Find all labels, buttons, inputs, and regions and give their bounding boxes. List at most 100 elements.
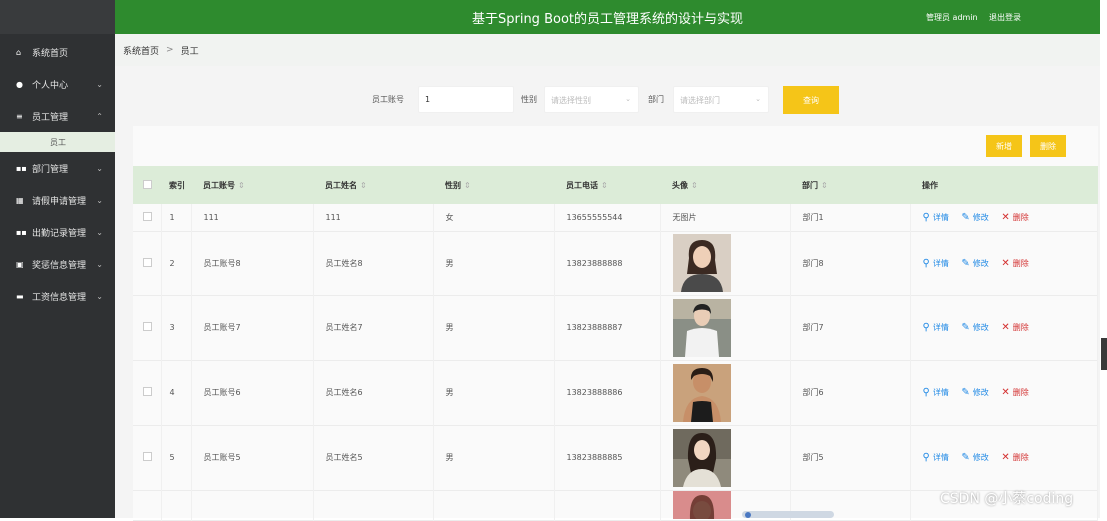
row-index: 5 [161,425,192,490]
op-label: 删除 [1012,212,1029,222]
cell-account [191,490,314,520]
search-icon: ⚲ [922,257,930,269]
detail-button[interactable]: ⚲ 详情 [923,258,949,269]
query-button[interactable]: 查询 [783,86,839,114]
sidebar-item-reward-management[interactable]: ▣ 奖惩信息管理 ⌄ [0,248,115,280]
dept-select-placeholder: 请选择部门 [680,96,720,105]
header-label: 性别 [445,180,461,190]
breadcrumb-home[interactable]: 系统首页 [123,44,159,57]
delete-button[interactable]: ✕ 删除 [1001,212,1028,223]
edit-button[interactable]: ✎ 修改 [961,387,988,398]
op-label: 删除 [1012,388,1029,397]
sidebar-item-salary-management[interactable]: ▬ 工资信息管理 ⌄ [0,280,115,312]
account-search-input[interactable] [418,86,514,113]
main-content: 员工账号 性别 请选择性别 ⌄ 部门 请选择部门 ⌄ 查询 新增 删除 索引 员… [115,66,1100,520]
scrollbar-thumb[interactable] [745,512,751,518]
close-icon: ✕ [1001,452,1010,463]
table-row: 3 员工账号7 员工姓名7 男 13823888887 部门7 ⚲ 详情 ✎ 修… [133,295,1098,360]
avatar-photo [672,363,731,422]
detail-button[interactable]: ⚲ 详情 [923,387,949,398]
cell-ops: ⚲ 详情 ✎ 修改 ✕ 删除 [910,425,1098,490]
row-checkbox[interactable] [133,425,162,490]
column-header-dept[interactable]: 部门 ⇕ [790,166,910,204]
delete-button[interactable]: ✕ 删除 [1001,452,1028,463]
op-label: 删除 [1012,258,1029,268]
column-header-avatar[interactable]: 头像 ⇕ [660,166,790,204]
sidebar-subitem-employee[interactable]: 员工 [0,132,115,152]
select-all-checkbox[interactable] [133,166,161,204]
op-label: 修改 [972,258,989,268]
column-header-phone[interactable]: 员工电话 ⇕ [554,166,660,204]
row-checkbox[interactable] [133,295,162,360]
batch-delete-button[interactable]: 删除 [1030,135,1066,157]
detail-button[interactable]: ⚲ 详情 [923,322,949,333]
row-checkbox[interactable] [133,490,162,520]
sidebar-item-leave-management[interactable]: ▦ 请假申请管理 ⌄ [0,184,115,216]
gender-select[interactable]: 请选择性别 ⌄ [544,86,639,113]
account-label: 员工账号 [372,95,404,104]
gender-label: 性别 [521,95,537,104]
table-panel: 新增 删除 索引 员工账号 ⇕ 员工姓名 ⇕ 性别 ⇕ 员工电话 ⇕ 头像 ⇕ 部门 ⇕ 操… [133,126,1098,520]
detail-button[interactable]: ⚲ 详情 [923,452,949,463]
cell-avatar: 无图片 [660,204,791,231]
edit-button[interactable]: ✎ 修改 [961,322,988,333]
chevron-down-icon: ⌄ [625,95,631,103]
edit-button[interactable]: ✎ 修改 [961,452,988,463]
delete-button[interactable]: ✕ 删除 [1001,387,1028,398]
column-header-name[interactable]: 员工姓名 ⇕ [313,166,433,204]
cell-phone: 13823888887 [554,295,661,360]
add-button[interactable]: 新增 [986,135,1022,157]
op-label: 修改 [972,212,989,222]
horizontal-scrollbar[interactable] [742,511,834,518]
logout-link[interactable]: 退出登录 [989,12,1021,23]
dept-select[interactable]: 请选择部门 ⌄ [673,86,769,113]
cell-phone: 13655555544 [554,204,661,231]
cell-dept: 部门8 [790,231,911,295]
chevron-down-icon: ⌄ [96,163,103,173]
row-checkbox[interactable] [133,360,162,425]
sidebar-item-personal-center[interactable]: ● 个人中心 ⌄ [0,68,115,100]
close-icon: ✕ [1001,387,1010,398]
sidebar-item-attendance-management[interactable]: ▪▪ 出勤记录管理 ⌄ [0,216,115,248]
cell-name: 员工姓名7 [313,295,434,360]
search-icon: ⚲ [922,211,930,223]
delete-button[interactable]: ✕ 删除 [1001,322,1028,333]
top-header: 基于Spring Boot的员工管理系统的设计与实现 管理员 admin 退出登… [115,0,1100,34]
row-index: 3 [161,295,192,360]
search-icon: ⚲ [922,387,930,398]
sidebar-item-home[interactable]: ⌂ 系统首页 [0,36,115,68]
cell-avatar [660,425,791,490]
sidebar-item-department-management[interactable]: ▪▪ 部门管理 ⌄ [0,152,115,184]
breadcrumb: 系统首页 > 员工 [115,34,1100,66]
edit-button[interactable]: ✎ 修改 [961,258,988,269]
sidebar-item-label: 系统首页 [32,48,69,59]
row-checkbox[interactable] [133,204,162,231]
table-header-row: 索引 员工账号 ⇕ 员工姓名 ⇕ 性别 ⇕ 员工电话 ⇕ 头像 ⇕ 部门 ⇕ 操作 [133,166,1098,204]
cell-account: 111 [191,204,314,231]
table-row: 5 员工账号5 员工姓名5 男 13823888885 部门5 ⚲ 详情 ✎ 修… [133,425,1098,490]
side-handle[interactable] [1101,338,1107,370]
column-header-index: 索引 [169,180,185,190]
pencil-icon: ✎ [961,211,970,223]
op-label: 修改 [972,388,989,397]
column-header-account[interactable]: 员工账号 ⇕ [191,166,313,204]
avatar-photo [672,298,731,357]
sidebar-item-employee-management[interactable]: ≡ 员工管理 ⌃ [0,100,115,132]
op-label: 详情 [932,258,949,268]
column-header-gender[interactable]: 性别 ⇕ [433,166,554,204]
pencil-icon: ✎ [961,387,970,398]
chevron-down-icon: ⌄ [96,195,103,205]
avatar-photo [672,234,731,292]
cell-gender: 女 [433,204,555,231]
grid-icon: ▪▪ [16,163,27,173]
edit-button[interactable]: ✎ 修改 [961,212,988,223]
window-edge [1100,0,1107,518]
cell-phone [554,490,661,520]
detail-button[interactable]: ⚲ 详情 [923,212,949,223]
delete-button[interactable]: ✕ 删除 [1001,258,1028,269]
search-icon: ⚲ [922,322,930,333]
sidebar-item-label: 员工管理 [32,112,69,123]
row-checkbox[interactable] [133,231,162,295]
list-icon: ≡ [16,111,23,121]
sidebar-item-label: 工资信息管理 [32,292,87,303]
